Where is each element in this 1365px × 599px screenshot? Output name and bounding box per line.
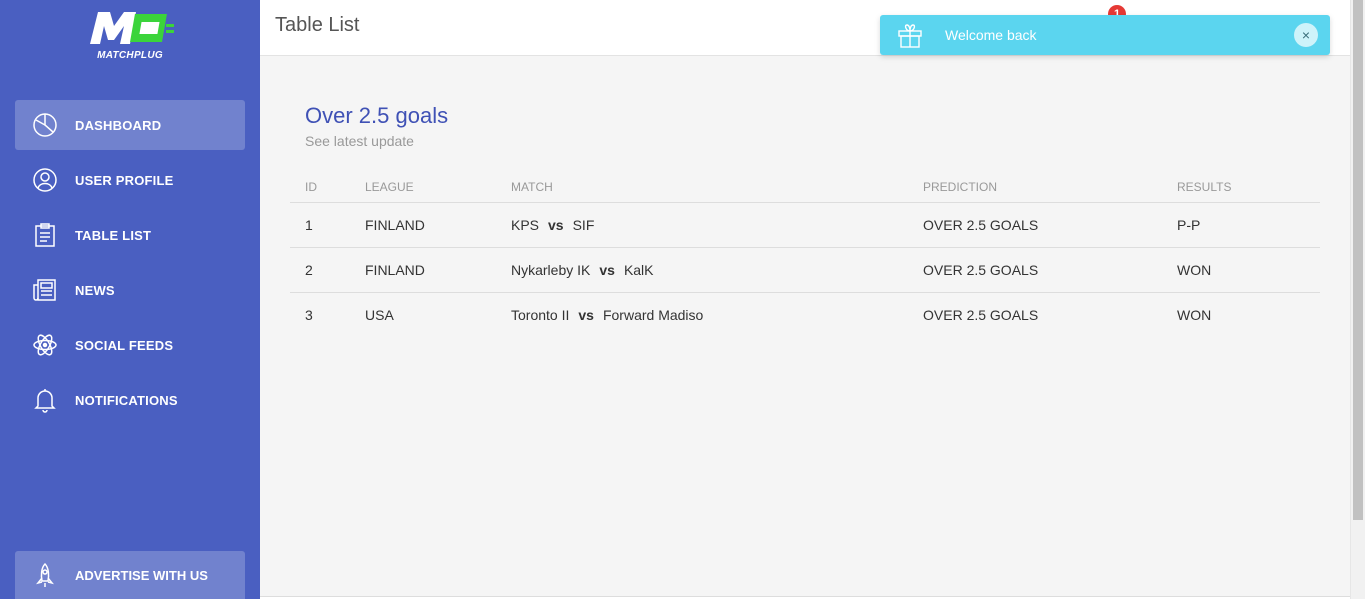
sidebar: MATCHPLUG DASHBOARD USER PROFILE TABLE L… <box>0 0 260 599</box>
away-team: KalK <box>623 262 654 278</box>
cell-result: WON <box>1162 247 1320 293</box>
cell-match: Toronto II vs Forward Madiso <box>496 293 908 338</box>
sidebar-item-table-list[interactable]: TABLE LIST <box>15 210 245 260</box>
cell-id: 2 <box>290 247 350 293</box>
logo-mark-icon <box>90 12 174 44</box>
column-header-results: RESULTS <box>1162 170 1320 203</box>
vertical-scrollbar[interactable] <box>1350 0 1365 599</box>
sidebar-nav: DASHBOARD USER PROFILE TABLE LIST NEWS S… <box>15 100 245 430</box>
column-header-match: MATCH <box>496 170 908 203</box>
welcome-toast: Welcome back × <box>880 15 1330 55</box>
vs-label: vs <box>548 217 564 233</box>
scrollbar-thumb[interactable] <box>1353 0 1363 520</box>
cell-league: FINLAND <box>350 202 496 248</box>
pie-chart-icon <box>31 111 59 139</box>
sidebar-item-label: TABLE LIST <box>75 227 152 243</box>
table-row: 3 USA Toronto II vs Forward Madiso OVER 2.… <box>290 293 1320 338</box>
sidebar-item-label: DASHBOARD <box>75 117 162 133</box>
cell-result: WON <box>1177 307 1212 324</box>
main-content: Over 2.5 goals See latest update ID LEAG… <box>260 56 1350 599</box>
sidebar-item-label: NEWS <box>75 282 115 298</box>
away-team: SIF <box>572 217 595 233</box>
cell-league: USA <box>365 307 394 324</box>
advertise-button[interactable]: ADVERTISE WITH US <box>15 551 245 599</box>
matchplug-logo[interactable]: MATCHPLUG <box>84 8 176 64</box>
sidebar-item-user-profile[interactable]: USER PROFILE <box>15 155 245 205</box>
table-row: 2 FINLAND Nykarleby IK vs KalK OVER 2.5 GO… <box>290 247 1320 293</box>
sidebar-item-label: SOCIAL FEEDS <box>75 337 174 353</box>
vs-label: vs <box>599 262 615 278</box>
home-team: KPS <box>511 217 540 233</box>
toast-message: Welcome back <box>945 27 1037 43</box>
cell-prediction: OVER 2.5 GOALS <box>908 202 1162 248</box>
cell-id: 3 <box>305 307 313 324</box>
away-team: Forward Madiso <box>602 307 704 324</box>
sidebar-item-label: USER PROFILE <box>75 172 174 188</box>
atom-icon <box>31 331 59 359</box>
predictions-table: ID LEAGUE MATCH PREDICTION RESULTS 1 FIN… <box>290 170 1320 338</box>
newspaper-icon <box>31 276 59 304</box>
advertise-label: ADVERTISE WITH US <box>75 567 208 583</box>
vs-label: vs <box>578 307 594 324</box>
sidebar-item-label: NOTIFICATIONS <box>75 392 178 408</box>
table-row: 1 FINLAND KPS vs SIF OVER 2.5 GOALS P-P <box>290 202 1320 248</box>
sidebar-item-dashboard[interactable]: DASHBOARD <box>15 100 245 150</box>
card-subtitle: See latest update <box>305 133 414 149</box>
gift-icon <box>896 21 924 49</box>
logo-text: MATCHPLUG <box>97 50 163 61</box>
cell-match: KPS vs SIF <box>496 202 908 248</box>
card-title: Over 2.5 goals <box>305 103 449 128</box>
column-header-id: ID <box>290 170 350 203</box>
sidebar-item-news[interactable]: NEWS <box>15 265 245 315</box>
cell-prediction: OVER 2.5 GOALS <box>923 307 1039 324</box>
user-circle-icon <box>31 166 59 194</box>
bell-icon <box>31 386 59 414</box>
home-team: Toronto II <box>511 307 570 324</box>
cell-match: Nykarleby IK vs KalK <box>496 247 908 293</box>
sidebar-item-social-feeds[interactable]: SOCIAL FEEDS <box>15 320 245 370</box>
column-header-league: LEAGUE <box>350 170 496 203</box>
cell-prediction: OVER 2.5 GOALS <box>908 247 1162 293</box>
page-title: Table List <box>275 14 360 36</box>
sidebar-item-notifications[interactable]: NOTIFICATIONS <box>15 375 245 425</box>
rocket-icon <box>31 561 59 589</box>
table-header-row: ID LEAGUE MATCH PREDICTION RESULTS <box>290 170 1320 203</box>
cell-league: FINLAND <box>350 247 496 293</box>
cell-result: P-P <box>1162 202 1320 248</box>
home-team: Nykarleby IK <box>511 262 591 278</box>
close-icon[interactable]: × <box>1294 23 1318 47</box>
column-header-prediction: PREDICTION <box>908 170 1162 203</box>
clipboard-icon <box>31 221 59 249</box>
cell-id: 1 <box>290 202 350 248</box>
